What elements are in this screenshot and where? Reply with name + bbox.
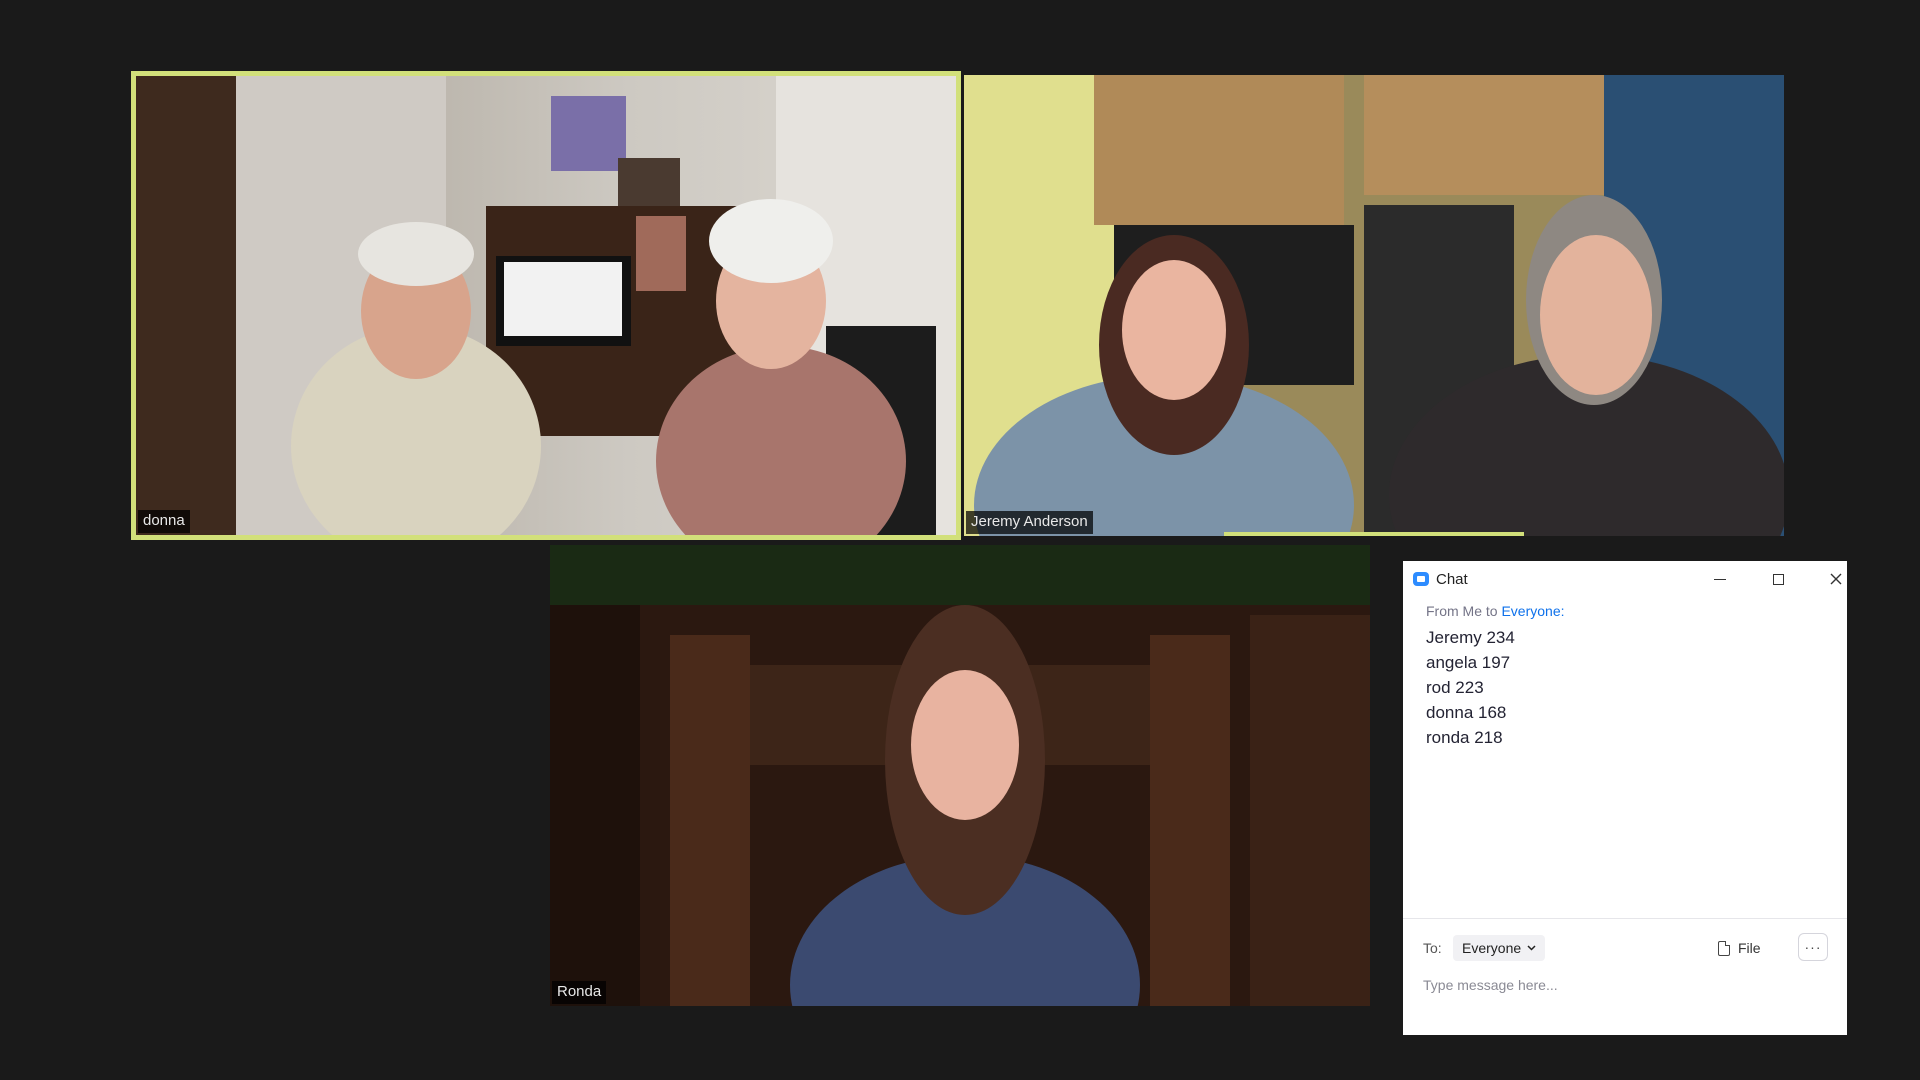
chat-window[interactable]: Chat From Me to Everyone: Jeremy 234 ang… <box>1403 561 1847 1035</box>
message-recipient-link[interactable]: Everyone: <box>1501 603 1564 619</box>
minimize-button[interactable] <box>1700 565 1740 593</box>
message-line: donna 168 <box>1426 703 1507 722</box>
chevron-down-icon <box>1527 945 1536 951</box>
to-label: To: <box>1423 940 1442 956</box>
video-feed-ronda <box>550 545 1370 1006</box>
recipient-value: Everyone <box>1462 940 1522 956</box>
message-line: Jeremy 234 <box>1426 628 1515 647</box>
message-body: Jeremy 234 angela 197 rod 223 donna 168 … <box>1426 625 1515 750</box>
message-line: angela 197 <box>1426 653 1511 672</box>
participant-name-tag: Ronda <box>552 981 607 1004</box>
video-feed-donna <box>136 76 956 535</box>
participant-name-tag: donna <box>138 510 190 533</box>
recipient-dropdown[interactable]: Everyone <box>1453 935 1546 961</box>
file-icon <box>1718 940 1730 956</box>
speaking-indicator-bar <box>1224 532 1524 536</box>
more-icon: ··· <box>1804 939 1822 955</box>
file-button[interactable]: File <box>1718 935 1761 961</box>
video-feed-jeremy-anderson <box>964 75 1784 536</box>
close-button[interactable] <box>1816 565 1856 593</box>
video-tile-ronda[interactable]: Ronda <box>550 545 1370 1006</box>
chat-title: Chat <box>1436 571 1468 588</box>
chat-titlebar[interactable]: Chat <box>1403 561 1847 597</box>
video-tile-jeremy-anderson[interactable]: Jeremy Anderson <box>964 75 1784 536</box>
message-header: From Me to Everyone: <box>1426 603 1565 619</box>
message-input[interactable] <box>1423 972 1823 998</box>
maximize-icon <box>1772 573 1784 585</box>
message-line: ronda 218 <box>1426 728 1503 747</box>
zoom-chat-icon <box>1413 572 1429 586</box>
more-options-button[interactable]: ··· <box>1798 933 1828 961</box>
message-from-label: From Me to <box>1426 603 1502 619</box>
message-line: rod 223 <box>1426 678 1484 697</box>
maximize-button[interactable] <box>1758 565 1798 593</box>
minimize-icon <box>1714 578 1726 580</box>
meeting-stage: donna Jeremy Anderson Ronda Chat From Me… <box>0 0 1920 1080</box>
chat-divider <box>1403 918 1847 919</box>
close-icon <box>1830 573 1842 585</box>
video-tile-donna[interactable]: donna <box>131 71 961 540</box>
participant-name-tag: Jeremy Anderson <box>966 511 1093 534</box>
file-label: File <box>1738 940 1761 956</box>
